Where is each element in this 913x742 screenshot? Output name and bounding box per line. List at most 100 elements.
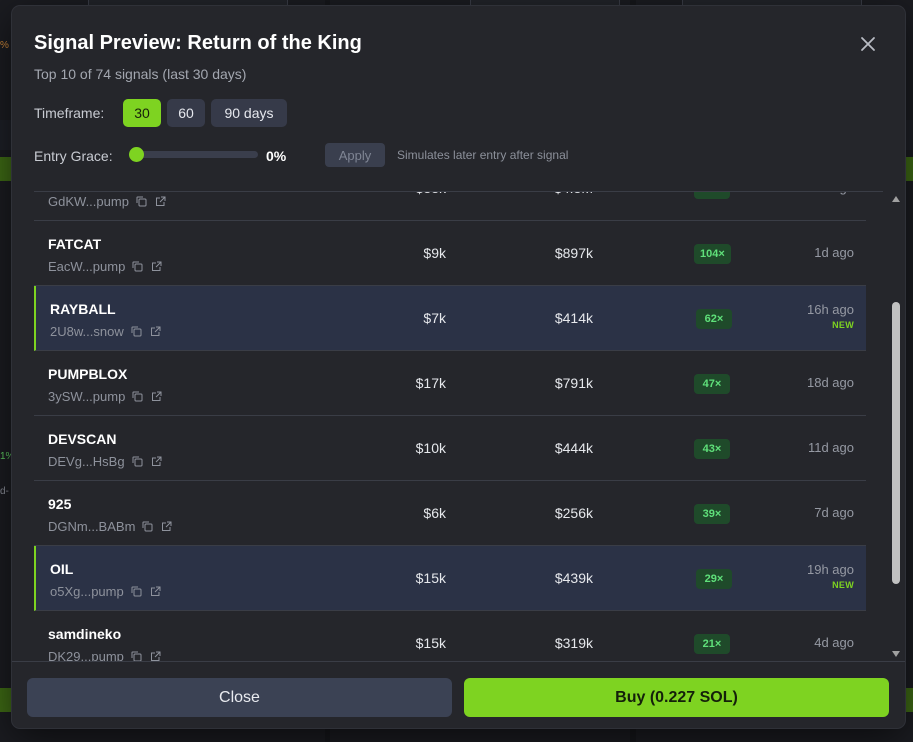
ath-mcap: $897k bbox=[554, 245, 593, 261]
multiple-badge: 39× bbox=[694, 504, 730, 524]
signal-time: 16h ago bbox=[807, 302, 854, 317]
signal-time: 7d ago bbox=[814, 505, 854, 520]
list-scrollbar[interactable] bbox=[890, 192, 902, 661]
entry-grace-label: Entry Grace: bbox=[34, 148, 113, 164]
modal-title: Signal Preview: Return of the King bbox=[34, 32, 362, 54]
modal-subtitle: Top 10 of 74 signals (last 30 days) bbox=[34, 66, 247, 82]
token-name: PUMPBLOX bbox=[48, 366, 128, 382]
external-link-icon[interactable] bbox=[149, 325, 162, 338]
signal-row[interactable]: PUMPBLOX 3ySW...pump $17k $791k 47× 18d ago bbox=[34, 351, 866, 416]
token-name: samdineko bbox=[48, 626, 122, 642]
external-link-icon[interactable] bbox=[150, 390, 163, 403]
entry-grace-hint: Simulates later entry after signal bbox=[397, 148, 569, 162]
signal-row[interactable]: RAYBALL 2U8w...snow $7k $414k 62× 16h ago NEW bbox=[34, 286, 866, 351]
copy-icon[interactable] bbox=[130, 585, 143, 598]
entry-mcap: $17k bbox=[415, 375, 446, 391]
ath-mcap: $444k bbox=[554, 440, 593, 456]
multiple-badge: 43× bbox=[694, 439, 730, 459]
multiple-badge: 47× bbox=[694, 374, 730, 394]
close-button[interactable]: Close bbox=[27, 678, 452, 717]
token-address: o5Xg...pump bbox=[50, 584, 124, 599]
signal-time: 18d ago bbox=[807, 375, 854, 390]
multiple-badge: 29× bbox=[696, 569, 732, 589]
backdrop-text: % bbox=[0, 40, 9, 51]
copy-icon[interactable] bbox=[131, 455, 144, 468]
new-badge: NEW bbox=[832, 320, 854, 330]
entry-mcap: $7k bbox=[423, 310, 446, 326]
entry-mcap: $15k bbox=[415, 635, 446, 651]
entry-mcap: $6k bbox=[423, 505, 446, 521]
signal-time: 1d ago bbox=[814, 245, 854, 260]
entry-grace-slider-handle[interactable] bbox=[129, 147, 144, 162]
close-icon[interactable] bbox=[854, 30, 882, 58]
entry-mcap: $9k bbox=[423, 245, 446, 261]
multiple-badge: 21× bbox=[694, 634, 730, 654]
timeframe-label: Timeframe: bbox=[34, 105, 105, 121]
scroll-down-icon[interactable] bbox=[891, 649, 901, 659]
signal-preview-modal: Signal Preview: Return of the King Top 1… bbox=[12, 6, 905, 728]
external-link-icon[interactable] bbox=[160, 520, 173, 533]
token-address-group: DEVg...HsBg bbox=[48, 454, 163, 469]
external-link-icon[interactable] bbox=[150, 455, 163, 468]
multiple-badge: 104× bbox=[694, 244, 731, 264]
signal-row[interactable]: OIL o5Xg...pump $15k $439k 29× 19h ago NEW bbox=[34, 546, 866, 611]
token-address: 3ySW...pump bbox=[48, 389, 126, 404]
divider bbox=[12, 661, 905, 662]
token-address: GdKW...pump bbox=[48, 194, 129, 209]
buy-button[interactable]: Buy (0.227 SOL) bbox=[464, 678, 889, 717]
token-address-group: DGNm...BABm bbox=[48, 519, 173, 534]
copy-icon[interactable] bbox=[141, 520, 154, 533]
token-address-group: 3ySW...pump bbox=[48, 389, 163, 404]
ath-mcap: $256k bbox=[554, 505, 593, 521]
multiple-badge: 62× bbox=[696, 309, 732, 329]
timeframe-30-button[interactable]: 30 bbox=[123, 99, 161, 127]
external-link-icon[interactable] bbox=[149, 650, 162, 661]
signal-row[interactable]: 925 DGNm...BABm $6k $256k 39× 7d ago bbox=[34, 481, 866, 546]
ath-mcap: $4.8M bbox=[554, 192, 593, 196]
entry-mcap: $88k bbox=[416, 192, 446, 196]
token-name: RAYBALL bbox=[50, 301, 116, 317]
external-link-icon[interactable] bbox=[154, 195, 167, 208]
token-address: DEVg...HsBg bbox=[48, 454, 125, 469]
token-address-group: 2U8w...snow bbox=[50, 324, 162, 339]
signal-row[interactable]: GdKW...pump $88k $4.8M 12× 23d ago bbox=[34, 192, 866, 221]
signal-row[interactable]: FATCAT EacW...pump $9k $897k 104× 1d ago bbox=[34, 221, 866, 286]
signal-time: 23d ago bbox=[807, 192, 854, 195]
external-link-icon[interactable] bbox=[150, 260, 163, 273]
token-address-group: DK29...pump bbox=[48, 649, 162, 661]
ath-mcap: $414k bbox=[554, 310, 593, 326]
signal-list[interactable]: GdKW...pump $88k $4.8M 12× 23d ago FATCAT EacW… bbox=[34, 192, 878, 661]
token-address: DK29...pump bbox=[48, 649, 124, 661]
ath-mcap: $319k bbox=[554, 635, 593, 651]
entry-mcap: $10k bbox=[415, 440, 446, 456]
token-address-group: o5Xg...pump bbox=[50, 584, 162, 599]
token-name: DEVSCAN bbox=[48, 431, 117, 447]
token-name: 925 bbox=[48, 496, 72, 512]
copy-icon[interactable] bbox=[130, 650, 143, 661]
scroll-up-icon[interactable] bbox=[891, 194, 901, 204]
apply-button[interactable]: Apply bbox=[325, 143, 385, 167]
ath-mcap: $791k bbox=[554, 375, 593, 391]
signal-time: 4d ago bbox=[814, 635, 854, 650]
copy-icon[interactable] bbox=[131, 390, 144, 403]
token-name: OIL bbox=[50, 561, 74, 577]
copy-icon[interactable] bbox=[135, 195, 148, 208]
copy-icon[interactable] bbox=[131, 260, 144, 273]
entry-grace-slider[interactable] bbox=[132, 151, 258, 158]
backdrop-text: d- bbox=[0, 486, 9, 497]
ath-mcap: $439k bbox=[554, 570, 593, 586]
scrollbar-thumb[interactable] bbox=[892, 302, 900, 584]
signal-time: 11d ago bbox=[807, 440, 854, 455]
copy-icon[interactable] bbox=[130, 325, 143, 338]
token-address: 2U8w...snow bbox=[50, 324, 124, 339]
signal-row[interactable]: DEVSCAN DEVg...HsBg $10k $444k 43× 11d ago bbox=[34, 416, 866, 481]
entry-grace-value: 0% bbox=[266, 148, 287, 164]
timeframe-90-button[interactable]: 90 days bbox=[211, 99, 287, 127]
signal-row[interactable]: samdineko DK29...pump $15k $319k 21× 4d ago bbox=[34, 611, 866, 661]
timeframe-60-button[interactable]: 60 bbox=[167, 99, 205, 127]
external-link-icon[interactable] bbox=[149, 585, 162, 598]
multiple-badge: 12× bbox=[694, 192, 730, 199]
new-badge: NEW bbox=[832, 580, 854, 590]
token-address: DGNm...BABm bbox=[48, 519, 136, 534]
signal-time: 19h ago bbox=[807, 562, 854, 577]
